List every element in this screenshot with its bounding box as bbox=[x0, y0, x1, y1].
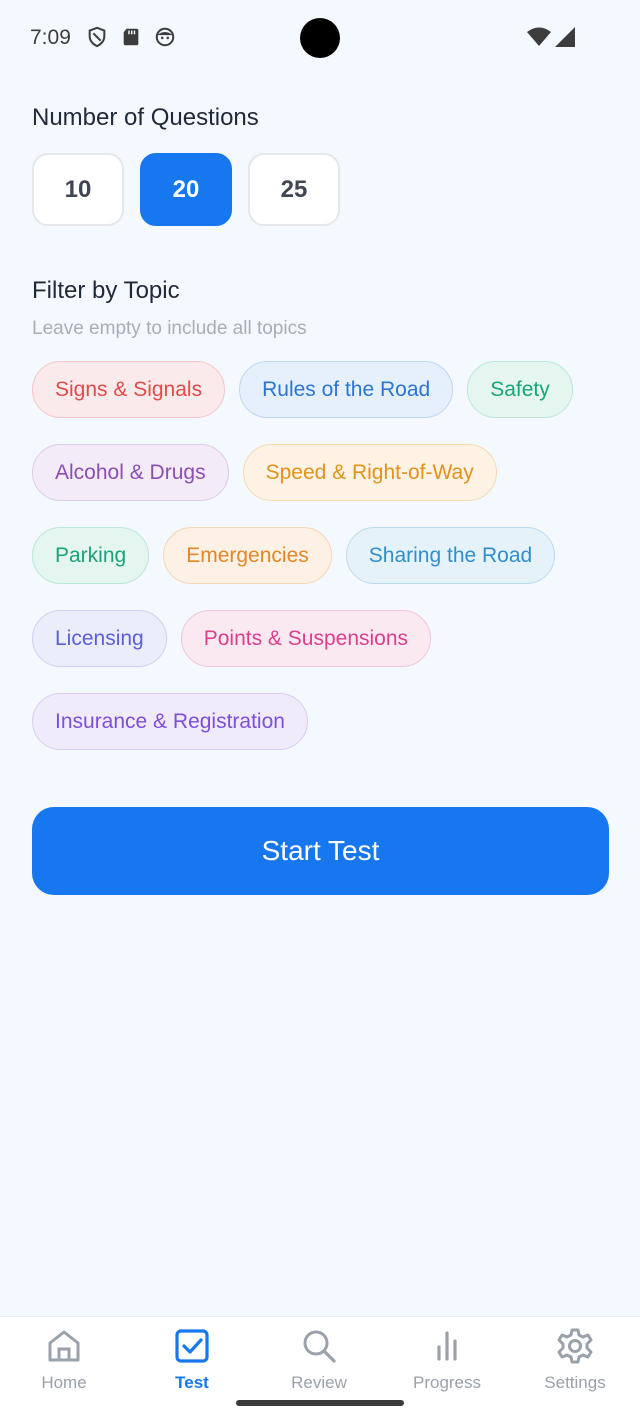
filter-title: Filter by Topic bbox=[32, 277, 180, 304]
status-time: 7:09 bbox=[30, 26, 71, 49]
count-option-20[interactable]: 20 bbox=[140, 153, 232, 226]
topic-chip-rules-of-the-road[interactable]: Rules of the Road bbox=[239, 361, 454, 418]
question-count-selector: 10 20 25 bbox=[32, 153, 340, 226]
topic-chip-speed-right-of-way[interactable]: Speed & Right-of-Way bbox=[242, 444, 497, 501]
topic-chip-insurance-registration[interactable]: Insurance & Registration bbox=[32, 693, 308, 750]
topic-chip-points-suspensions[interactable]: Points & Suspensions bbox=[180, 610, 432, 667]
search-icon bbox=[264, 1327, 374, 1365]
bar-chart-icon bbox=[392, 1327, 502, 1365]
status-bar: 7:09 bbox=[0, 0, 640, 78]
nav-test[interactable]: Test bbox=[137, 1327, 247, 1393]
nav-settings-label: Settings bbox=[544, 1373, 606, 1392]
face-icon bbox=[154, 26, 176, 48]
home-indicator bbox=[236, 1400, 404, 1406]
topic-chip-sharing-the-road[interactable]: Sharing the Road bbox=[345, 527, 556, 584]
signal-icon bbox=[554, 26, 576, 48]
filter-subtitle: Leave empty to include all topics bbox=[32, 318, 307, 339]
nav-progress-label: Progress bbox=[412, 1373, 482, 1392]
start-test-button[interactable]: Start Test bbox=[32, 807, 609, 895]
count-option-10[interactable]: 10 bbox=[32, 153, 124, 226]
topic-chip-licensing[interactable]: Licensing bbox=[32, 610, 167, 667]
camera-cutout bbox=[300, 18, 340, 58]
shield-icon bbox=[86, 26, 108, 48]
topic-chip-safety[interactable]: Safety bbox=[467, 361, 573, 418]
topic-chips: Signs & Signals Rules of the Road Safety… bbox=[32, 361, 612, 776]
count-option-25[interactable]: 25 bbox=[248, 153, 340, 226]
topic-chip-signs-signals[interactable]: Signs & Signals bbox=[32, 361, 226, 418]
questions-title: Number of Questions bbox=[32, 104, 259, 131]
gear-icon bbox=[520, 1327, 630, 1365]
nav-home[interactable]: Home bbox=[9, 1327, 119, 1393]
nav-progress[interactable]: Progress bbox=[392, 1327, 502, 1393]
nav-review-label: Review bbox=[291, 1373, 347, 1392]
nav-settings[interactable]: Settings bbox=[520, 1327, 630, 1393]
nav-review[interactable]: Review bbox=[264, 1327, 374, 1393]
topic-chip-alcohol-drugs[interactable]: Alcohol & Drugs bbox=[32, 444, 229, 501]
nav-home-label: Home bbox=[41, 1373, 87, 1392]
wifi-icon bbox=[526, 26, 552, 48]
sd-card-icon bbox=[120, 26, 142, 48]
home-icon bbox=[9, 1327, 119, 1365]
checkbox-icon bbox=[137, 1327, 247, 1365]
bottom-nav: Home Test Review Progress Settings bbox=[0, 1316, 640, 1423]
topic-chip-parking[interactable]: Parking bbox=[32, 527, 150, 584]
nav-test-label: Test bbox=[175, 1373, 209, 1392]
topic-chip-emergencies[interactable]: Emergencies bbox=[163, 527, 332, 584]
